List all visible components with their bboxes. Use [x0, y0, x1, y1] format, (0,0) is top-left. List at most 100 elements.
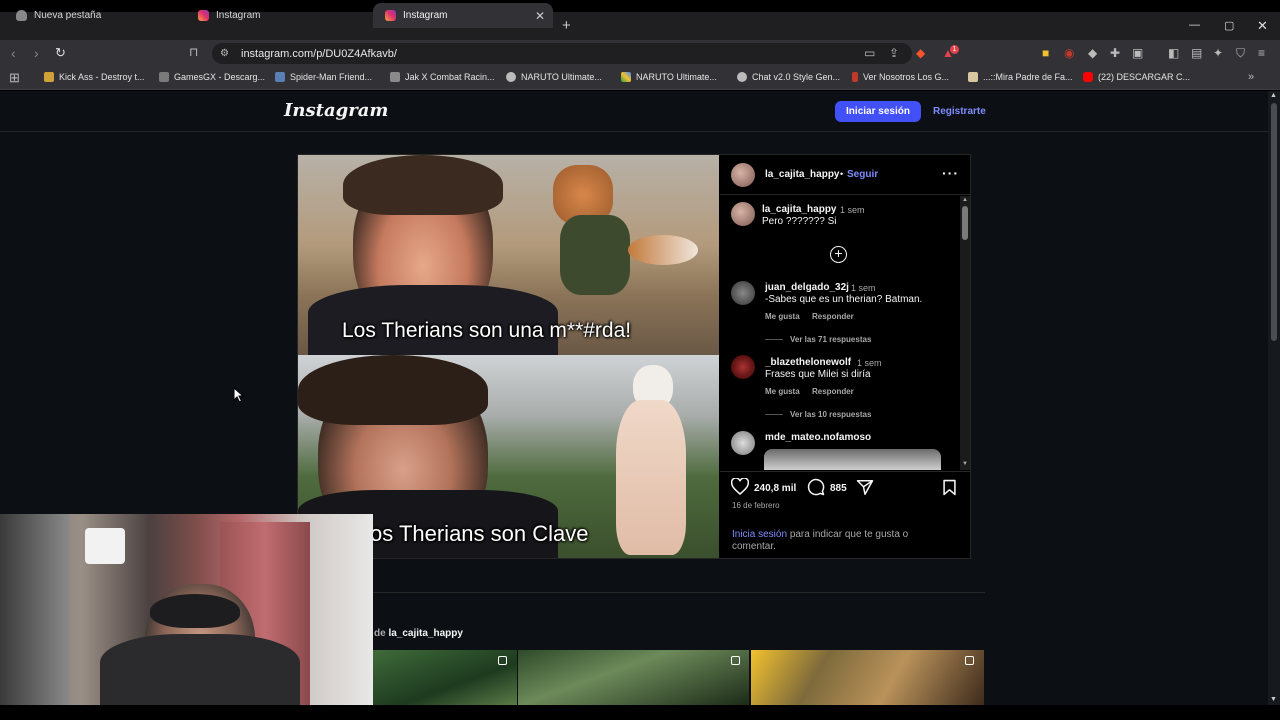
comment-text: Frases que Milei si diría [765, 369, 871, 380]
bookmark-page-icon[interactable]: ⊓ [189, 45, 198, 59]
forward-icon[interactable]: › [34, 45, 39, 61]
caption-username[interactable]: la_cajita_happy [762, 204, 836, 215]
likes-count[interactable]: 240,8 mil [754, 483, 796, 494]
section-divider [298, 592, 985, 593]
hair-shape [343, 155, 503, 215]
comment-username[interactable]: juan_delgado_32j [765, 282, 849, 293]
instagram-logo[interactable]: Instagram [284, 100, 388, 121]
reload-icon[interactable]: ↻ [55, 45, 66, 61]
screen-icon[interactable]: ▭ [864, 46, 875, 60]
instagram-header [0, 91, 1268, 132]
tab-instagram-1[interactable]: Instagram [186, 3, 372, 28]
url-text[interactable]: instagram.com/p/DU0Z4Afkavb/ [241, 48, 397, 60]
login-link[interactable]: Inicia sesión [732, 529, 787, 540]
carousel-icon [965, 656, 974, 665]
menu-icon[interactable]: ≡ [1258, 46, 1265, 60]
wallet-extension-icon[interactable]: ■ [1042, 46, 1049, 60]
more-username[interactable]: la_cajita_happy [388, 628, 462, 639]
vpn-icon[interactable]: ◉ [1064, 46, 1074, 60]
meme-bottom-caption: os Therians son Clave [370, 521, 589, 546]
share-icon[interactable] [856, 479, 874, 501]
comments-scroll-up-icon[interactable]: ▲ [962, 197, 968, 203]
grid-post-image[interactable] [751, 650, 984, 706]
follow-button[interactable]: Seguir [847, 169, 878, 180]
comments-count[interactable]: 885 [830, 483, 847, 494]
post-media[interactable]: Los Therians son una m**#rda! os Therian… [298, 155, 719, 558]
reader-icon[interactable]: ▣ [1132, 46, 1143, 60]
signup-link[interactable]: Registrarte [933, 106, 986, 117]
grid-post-image[interactable] [373, 650, 517, 706]
sidebar-icon[interactable]: ◧ [1168, 46, 1179, 60]
bookmark-item[interactable]: GamesGX - Descarg... [159, 72, 265, 82]
bookmark-favicon-icon [390, 72, 400, 82]
more-bookmarks-icon[interactable]: » [1248, 71, 1254, 83]
fox-body-shape [560, 215, 630, 295]
comment-text: -Sabes que es un therian? Batman. [765, 294, 923, 305]
bookmark-item[interactable]: (22) DESCARGAR C... [1083, 72, 1190, 82]
grid-post-image[interactable] [518, 650, 749, 706]
instagram-icon [385, 10, 396, 21]
comment-avatar[interactable] [731, 281, 755, 305]
bookmark-item[interactable]: Kick Ass - Destroy t... [44, 72, 145, 82]
like-comment-button[interactable]: Me gusta [765, 387, 800, 396]
comments-scroll-down-icon[interactable]: ▼ [962, 461, 968, 467]
close-tab-icon[interactable]: ✕ [535, 9, 545, 23]
tab-new-tab[interactable]: Nueva pestaña [4, 3, 190, 28]
close-window-icon[interactable]: ✕ [1257, 18, 1268, 34]
meme-top-caption: Los Therians son una m**#rda! [342, 319, 632, 342]
page-scroll-thumb[interactable] [1271, 103, 1277, 341]
load-more-comments-icon[interactable]: + [830, 246, 847, 263]
bookmark-item[interactable]: Spider-Man Friend... [275, 72, 372, 82]
scroll-up-icon[interactable]: ▲ [1270, 92, 1277, 99]
like-comment-button[interactable]: Me gusta [765, 312, 800, 321]
globe-icon [737, 72, 747, 82]
apps-grid-icon[interactable]: ⊞ [9, 70, 20, 86]
puzzle-extensions-icon[interactable]: ✚ [1110, 46, 1120, 60]
comment-time: 1 sem [851, 283, 876, 293]
separator-dot: • [840, 169, 844, 179]
comment-username[interactable]: _blazethelonewolf [765, 357, 851, 368]
wall-shape [0, 514, 70, 705]
heart-icon[interactable] [730, 477, 750, 500]
scroll-down-icon[interactable]: ▼ [1270, 696, 1277, 703]
brave-shield-icon[interactable]: ◆ [916, 46, 925, 60]
back-icon[interactable]: ‹ [11, 45, 16, 61]
comment-avatar[interactable] [731, 431, 755, 455]
bookmark-icon[interactable] [942, 479, 957, 501]
comments-scroll-thumb[interactable] [962, 206, 968, 240]
bookmark-item[interactable]: NARUTO Ultimate... [621, 72, 717, 82]
wallet-icon[interactable]: ▤ [1191, 46, 1202, 60]
webcam-overlay [0, 514, 373, 705]
caption-text: Pero ??????? Si [762, 216, 837, 227]
comment-icon[interactable] [807, 478, 825, 501]
leo-ai-icon[interactable]: ✦ [1213, 46, 1223, 60]
maximize-icon[interactable]: ▢ [1224, 19, 1234, 32]
replies-line [765, 339, 783, 340]
author-username[interactable]: la_cajita_happy [765, 169, 839, 180]
tab-instagram-active[interactable]: Instagram ✕ [373, 3, 553, 28]
reply-comment-button[interactable]: Responder [812, 387, 854, 396]
vpn-shield-icon[interactable]: ⛉ [1236, 46, 1245, 61]
new-tab-plus-icon[interactable]: + [562, 17, 571, 34]
bookmark-item[interactable]: NARUTO Ultimate... [506, 72, 602, 82]
site-info-icon[interactable]: ⚙ [220, 48, 229, 59]
reply-comment-button[interactable]: Responder [812, 312, 854, 321]
bookmark-item[interactable]: Ver Nosotros Los G... [852, 72, 949, 82]
share-icon[interactable]: ⇪ [889, 46, 899, 60]
bookmark-item[interactable]: Jak X Combat Racin... [390, 72, 495, 82]
globe-icon [506, 72, 516, 82]
extension-icon[interactable]: ◆ [1088, 46, 1097, 60]
more-options-icon[interactable]: ··· [942, 165, 959, 181]
comment-username[interactable]: mde_mateo.nofamoso [765, 432, 871, 443]
notification-badge: 1 [950, 45, 959, 54]
view-replies-button[interactable]: Ver las 10 respuestas [790, 410, 871, 419]
author-avatar[interactable] [731, 163, 755, 187]
post-date: 16 de febrero [732, 501, 780, 510]
login-button[interactable]: Iniciar sesión [835, 101, 921, 122]
bookmark-item[interactable]: ...::Mira Padre de Fa... [968, 72, 1073, 82]
view-replies-button[interactable]: Ver las 71 respuestas [790, 335, 871, 344]
caption-avatar[interactable] [731, 202, 755, 226]
bookmark-item[interactable]: Chat v2.0 Style Gen... [737, 72, 840, 82]
comment-avatar[interactable] [731, 355, 755, 379]
minimize-icon[interactable]: — [1189, 19, 1200, 31]
